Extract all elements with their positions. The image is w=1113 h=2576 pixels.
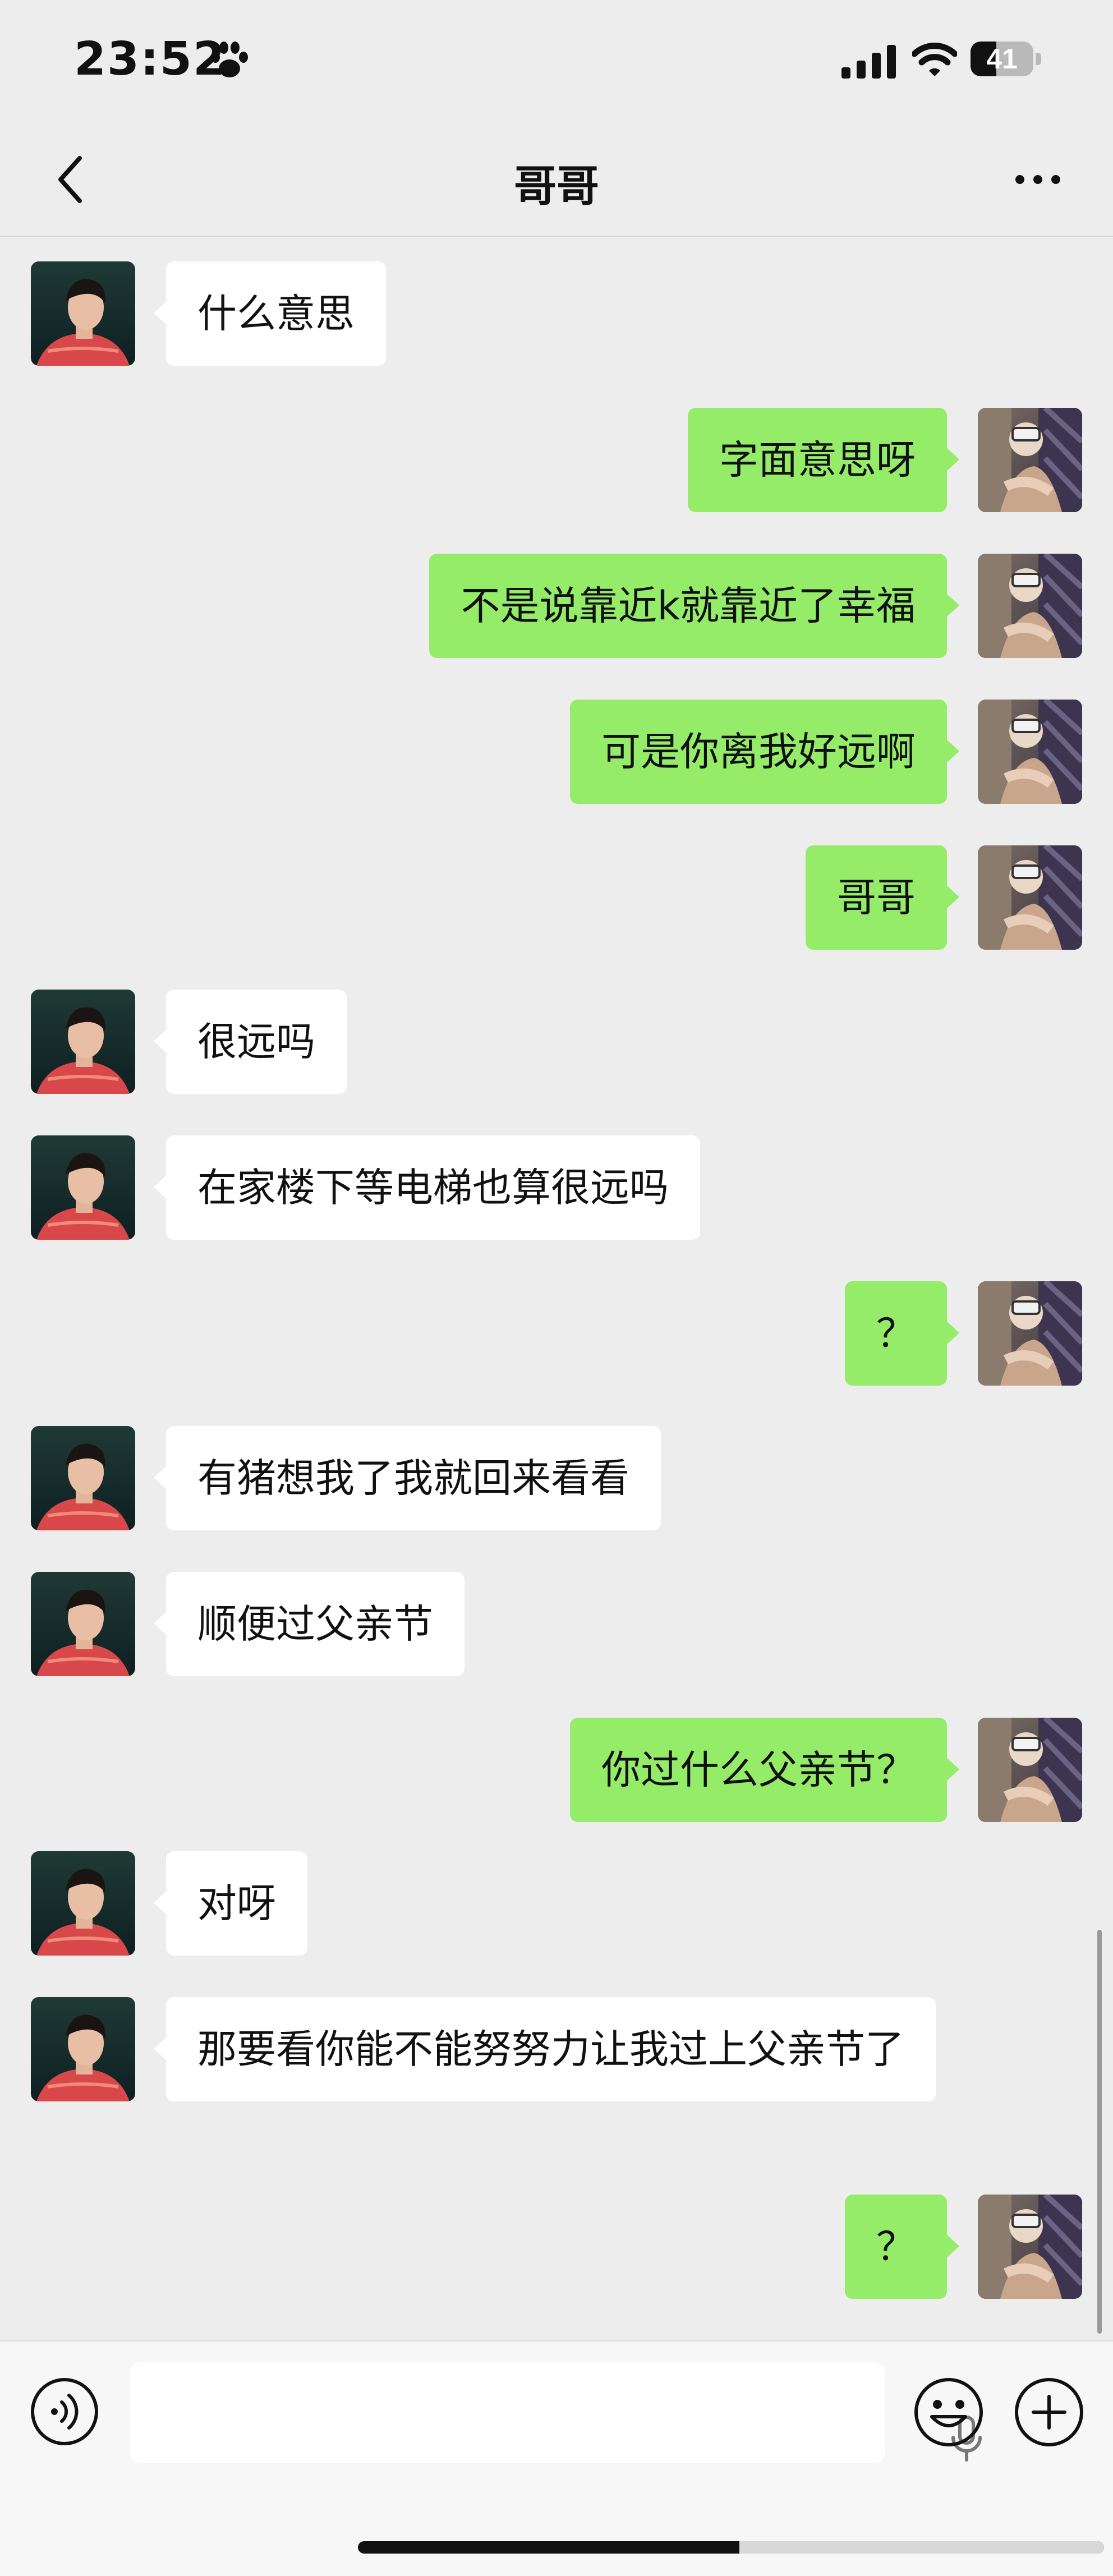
sent-message-bubble[interactable]: 不是说靠近k就靠近了幸福 [429, 554, 959, 658]
contact-avatar[interactable] [31, 1997, 135, 2101]
contact-avatar[interactable] [31, 1572, 135, 1676]
received-message-bubble[interactable]: 有猪想我了我就回来看看 [154, 1426, 661, 1530]
voice-icon[interactable] [29, 2376, 100, 2447]
my-avatar[interactable] [978, 408, 1082, 512]
battery-icon: 41 [971, 42, 1042, 77]
my-avatar[interactable] [978, 845, 1082, 950]
sent-message-bubble[interactable]: ？ [845, 2195, 959, 2299]
status-bar: 23:52 41 [0, 0, 1113, 129]
sent-message-bubble[interactable]: ？ [845, 1281, 959, 1386]
contact-avatar[interactable] [31, 1851, 135, 1956]
scrollbar[interactable] [1097, 1930, 1102, 2334]
chat-title: 哥哥 [514, 161, 599, 211]
received-message-bubble[interactable]: 对呀 [154, 1851, 307, 1956]
sent-message-bubble[interactable]: 哥哥 [806, 845, 959, 950]
contact-avatar[interactable] [31, 1135, 135, 1240]
received-message-bubble[interactable]: 在家楼下等电梯也算很远吗 [154, 1135, 700, 1240]
contact-avatar[interactable] [31, 261, 135, 366]
input-bar [0, 2340, 1113, 2576]
received-message-bubble[interactable]: 什么意思 [154, 261, 386, 366]
message-input[interactable] [130, 2362, 982, 2463]
received-message-bubble[interactable]: 顺便过父亲节 [154, 1572, 464, 1676]
emoji-icon[interactable] [913, 2376, 985, 2448]
paw-icon [211, 42, 248, 77]
chat-header: 哥哥 [0, 129, 1113, 237]
battery-percent: 41 [986, 43, 1018, 75]
received-message-bubble[interactable]: 那要看你能不能努努力让我过上父亲节了 [154, 1997, 936, 2101]
status-time: 23:52 [74, 33, 227, 86]
more-icon[interactable] [1010, 163, 1066, 196]
my-avatar[interactable] [978, 700, 1082, 804]
sent-message-bubble[interactable]: 字面意思呀 [688, 408, 959, 512]
home-indicator[interactable] [358, 2541, 1104, 2554]
contact-avatar[interactable] [31, 990, 135, 1094]
contact-avatar[interactable] [31, 1426, 135, 1530]
my-avatar[interactable] [978, 1281, 1082, 1386]
sent-message-bubble[interactable]: 你过什么父亲节？ [570, 1718, 959, 1822]
received-message-bubble[interactable]: 很远吗 [154, 990, 347, 1094]
sent-message-bubble[interactable]: 可是你离我好远啊 [570, 700, 959, 804]
signal-icon [841, 45, 896, 79]
my-avatar[interactable] [978, 2195, 1082, 2299]
wifi-icon [912, 43, 957, 76]
plus-icon[interactable] [1013, 2376, 1085, 2448]
message-list[interactable]: 什么意思字面意思呀不是说靠近k就靠近了幸福可是你离我好远啊哥哥很远吗在家楼下等电… [0, 237, 1113, 2340]
my-avatar[interactable] [978, 554, 1082, 658]
my-avatar[interactable] [978, 1718, 1082, 1822]
